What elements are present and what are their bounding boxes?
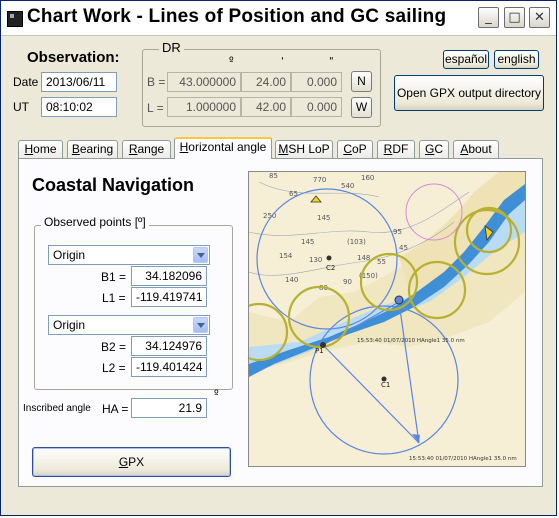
dr-lat-label: B = xyxy=(147,75,166,89)
l1-label: L1 = xyxy=(102,291,126,305)
tab-gc[interactable]: GC xyxy=(419,140,449,158)
ut-label: UT xyxy=(13,100,29,114)
minimize-button[interactable]: _ xyxy=(478,7,499,28)
depth-148: 148 xyxy=(357,254,370,262)
english-button[interactable]: english xyxy=(494,50,539,69)
b2-field[interactable]: 34.124976 xyxy=(131,336,207,356)
dr-lon-min-field[interactable]: 42.00 xyxy=(241,97,291,117)
date-label: Date xyxy=(13,75,39,89)
b1-label: B1 = xyxy=(101,270,127,284)
depth-90: 90 xyxy=(343,278,352,286)
title-bar[interactable]: Chart Work - Lines of Position and GC sa… xyxy=(1,1,556,36)
second-unit: " xyxy=(329,56,334,67)
dr-lon-deg-field[interactable]: 1.000000 xyxy=(167,97,241,117)
chevron-down-icon[interactable] xyxy=(193,247,208,263)
annotation-2: 15:53:40 01/07/2010 HAngle1 35.0 nm xyxy=(409,456,517,462)
observation-heading: Observation: xyxy=(27,49,120,66)
depth-154: 154 xyxy=(279,252,293,260)
point2-select-value: Origin xyxy=(53,318,86,332)
ha-degree-unit: º xyxy=(214,389,219,400)
fix-marker xyxy=(394,295,404,305)
tab-about[interactable]: About xyxy=(453,140,499,158)
nautical-chart-image: 770 540 160 250 145 154 130 (103) 148 95… xyxy=(248,171,526,467)
tab-range[interactable]: Range xyxy=(122,140,171,158)
tab-cop[interactable]: CoP xyxy=(337,140,373,158)
tab-home[interactable]: Home xyxy=(18,140,63,158)
depth-145: 145 xyxy=(317,214,330,222)
depth-130: 130 xyxy=(309,256,322,264)
b2-label: B2 = xyxy=(101,340,127,354)
lat-hemisphere-button[interactable]: N xyxy=(351,71,372,92)
point1-select-value: Origin xyxy=(53,248,86,262)
depth-160: 160 xyxy=(361,174,374,182)
tab-rdf[interactable]: RDF xyxy=(377,140,415,158)
minute-unit: ' xyxy=(281,56,284,67)
tab-bearing[interactable]: Bearing xyxy=(67,140,118,158)
annotation-1: 15:53:40 01/07/2010 HAngle1 35.0 nm xyxy=(357,338,465,344)
spanish-button[interactable]: español xyxy=(443,50,489,69)
dr-lon-sec-field[interactable]: 0.000 xyxy=(291,97,342,117)
label-c2: C2 xyxy=(326,264,335,272)
app-window: Chart Work - Lines of Position and GC sa… xyxy=(0,0,557,516)
depth-140: 140 xyxy=(285,276,298,284)
coastal-navigation-title: Coastal Navigation xyxy=(32,175,195,195)
dr-lat-sec-field[interactable]: 0.000 xyxy=(291,72,342,92)
chart-svg: 770 540 160 250 145 154 130 (103) 148 95… xyxy=(249,172,525,466)
depth-770: 770 xyxy=(313,176,326,184)
date-field[interactable]: 2013/06/11 xyxy=(41,72,117,92)
ha-field[interactable]: 21.9 xyxy=(131,398,207,418)
window-title: Chart Work - Lines of Position and GC sa… xyxy=(27,6,447,27)
point1-select[interactable]: Origin xyxy=(48,245,210,265)
b1-field[interactable]: 34.182096 xyxy=(131,266,207,286)
point2-select[interactable]: Origin xyxy=(48,315,210,335)
open-gpx-directory-button[interactable]: Open GPX output directory xyxy=(394,75,544,111)
depth-95: 95 xyxy=(393,228,402,236)
chevron-down-icon[interactable] xyxy=(193,317,208,333)
tab-msh-lop[interactable]: MSH LoP xyxy=(275,140,333,158)
dr-legend: DR xyxy=(159,40,184,55)
depth-45: 45 xyxy=(399,244,408,252)
ha-label: HA = xyxy=(102,402,129,416)
label-p1: P1 xyxy=(315,347,324,355)
ut-field[interactable]: 08:10:02 xyxy=(41,97,117,117)
inscribed-angle-label: Inscribed angle xyxy=(23,403,91,414)
dr-lon-label: L = xyxy=(147,101,164,115)
center-marker-c2 xyxy=(326,255,332,261)
depth-540: 540 xyxy=(341,182,354,190)
label-c1: C1 xyxy=(381,381,390,389)
l2-label: L2 = xyxy=(102,361,126,375)
depth-145b: 145 xyxy=(301,238,314,246)
depth-55: 55 xyxy=(377,258,386,266)
degree-unit: º xyxy=(229,56,234,67)
dr-lat-min-field[interactable]: 24.00 xyxy=(241,72,291,92)
dr-lat-deg-field[interactable]: 43.000000 xyxy=(167,72,241,92)
depth-85: 85 xyxy=(269,172,278,180)
gpx-button[interactable]: GPX xyxy=(32,447,231,477)
depth-65: 65 xyxy=(289,190,298,198)
l2-field[interactable]: -119.401424 xyxy=(131,357,207,377)
app-icon xyxy=(7,11,23,27)
maximize-button[interactable]: □ xyxy=(504,7,525,28)
close-button[interactable]: ✕ xyxy=(529,7,550,28)
lon-hemisphere-button[interactable]: W xyxy=(351,97,372,118)
observed-points-legend: Observed points [º] xyxy=(41,215,149,229)
tab-horizontal-angle[interactable]: Horizontal angle xyxy=(174,137,272,159)
depth-103: (103) xyxy=(347,238,366,246)
l1-field[interactable]: -119.419741 xyxy=(131,287,207,307)
